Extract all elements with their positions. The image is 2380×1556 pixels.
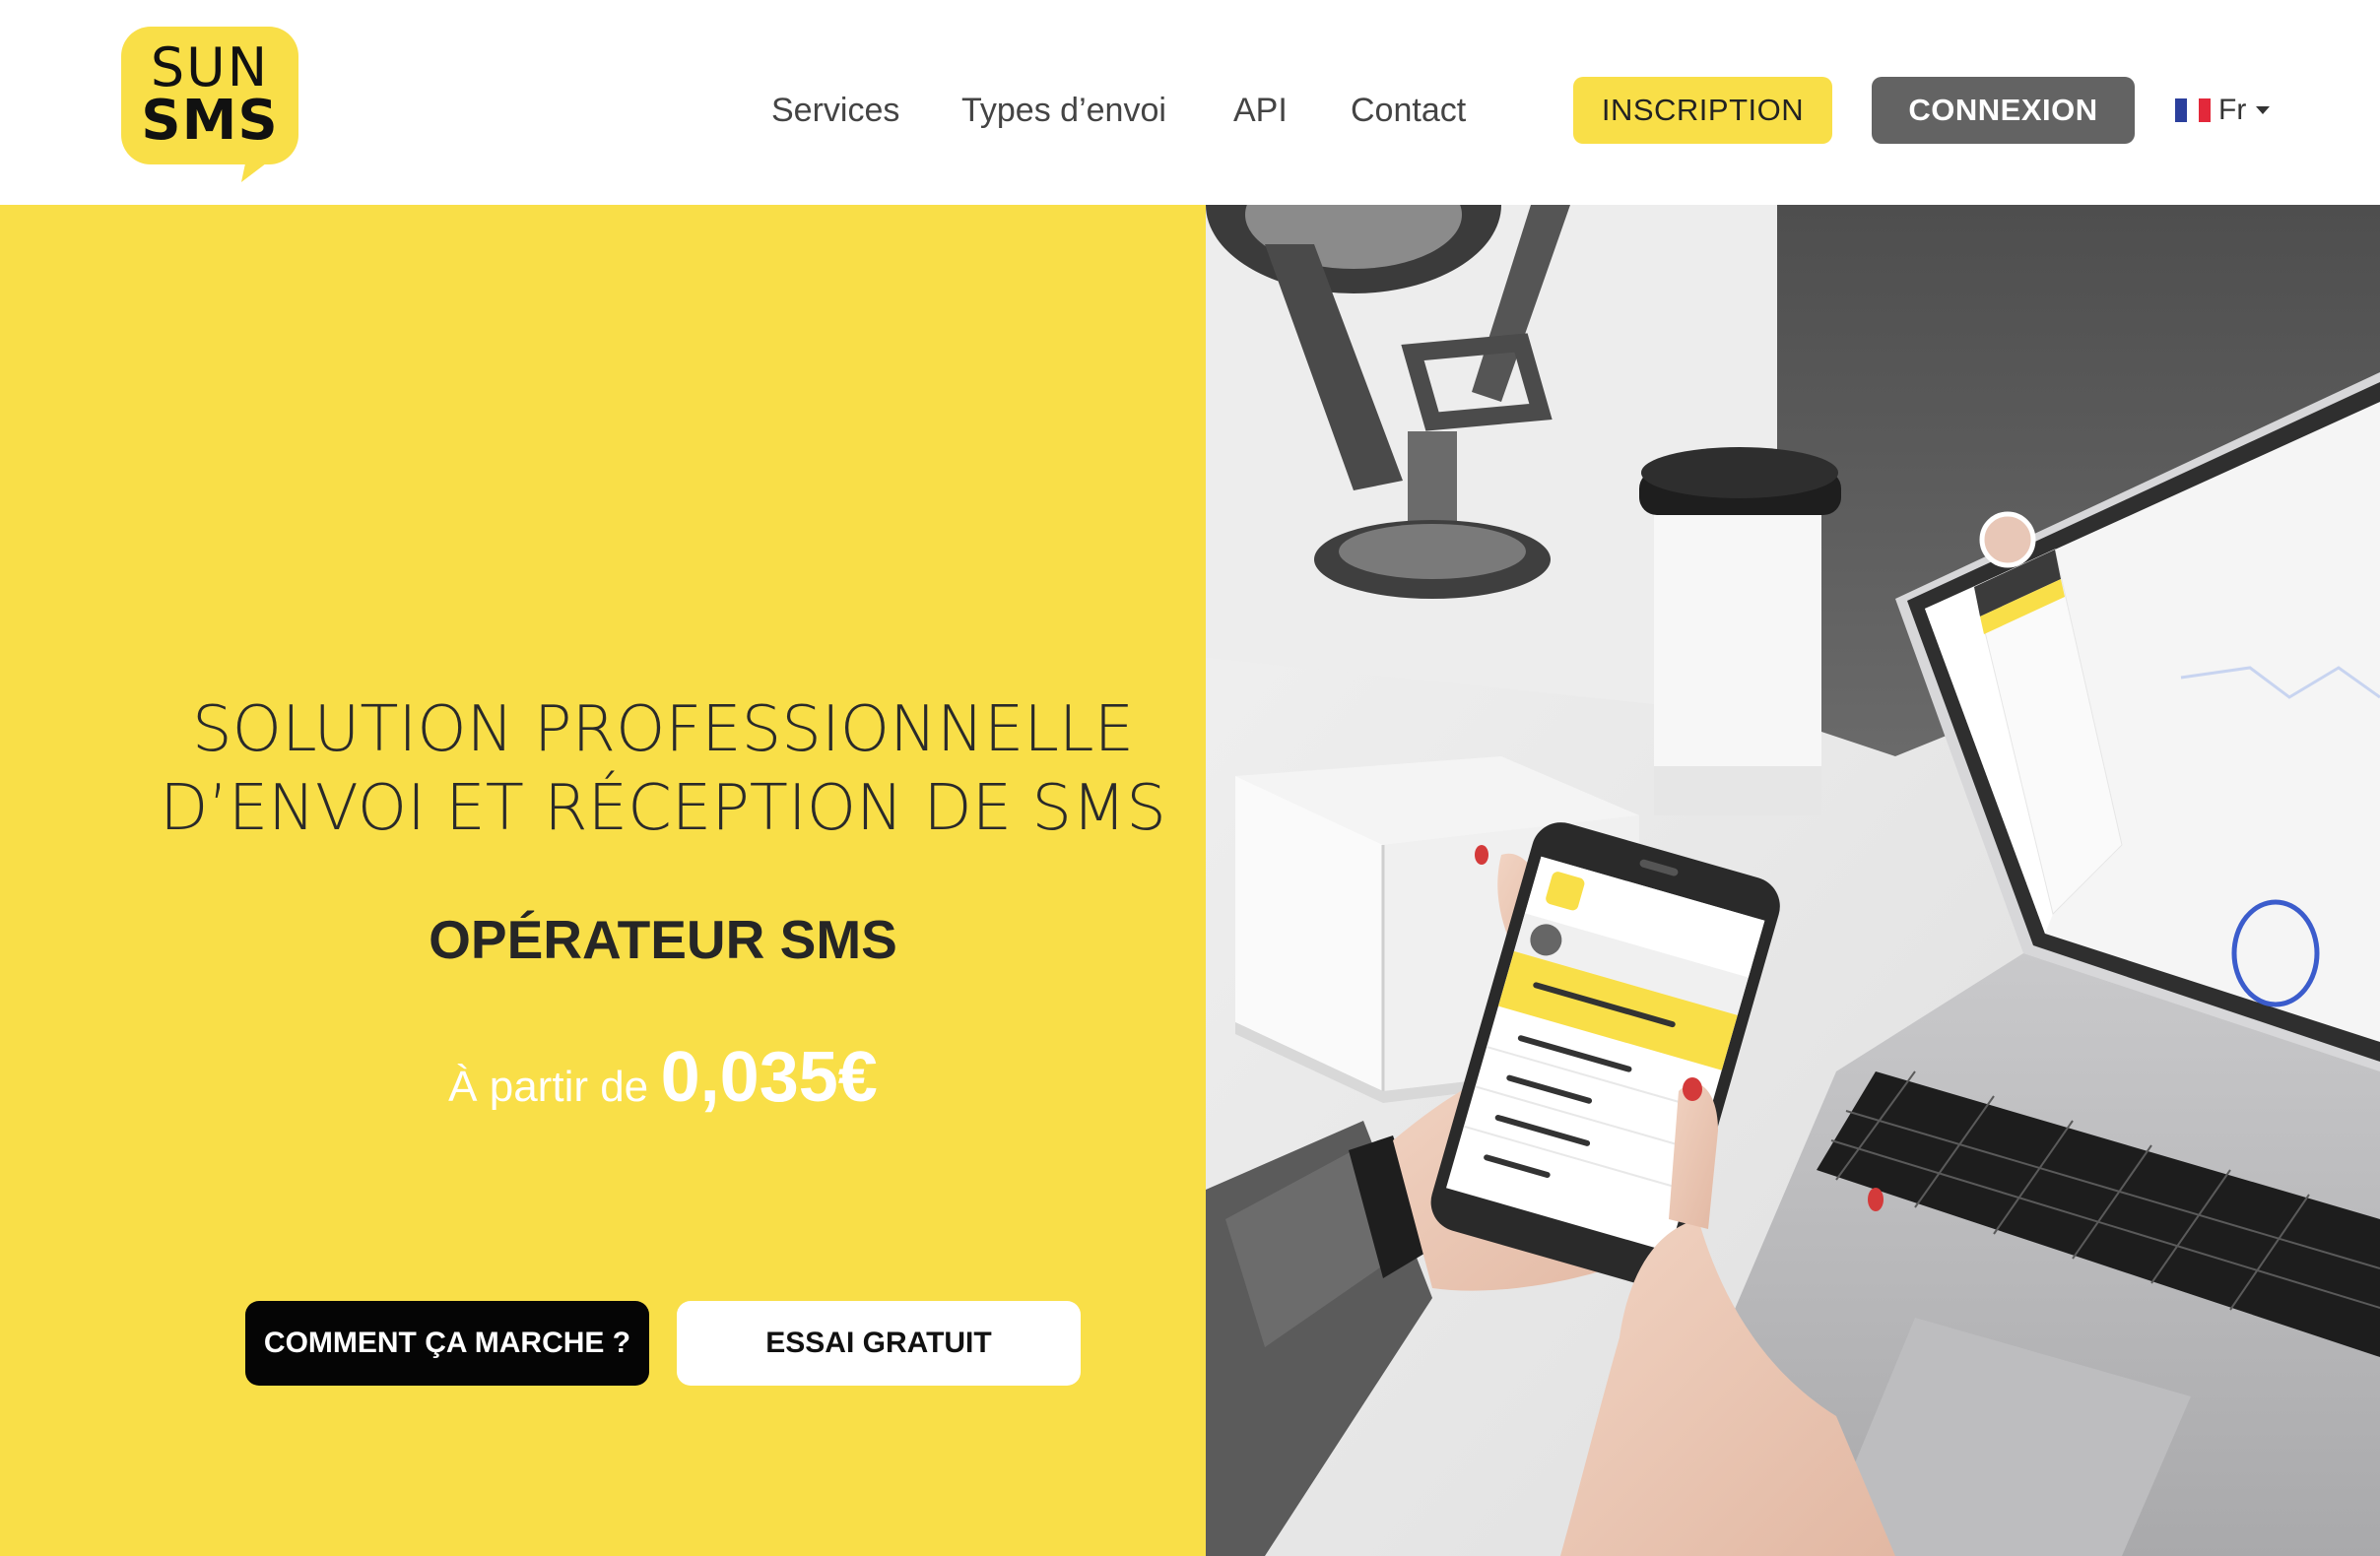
language-label: Fr bbox=[2218, 94, 2247, 126]
how-it-works-button[interactable]: COMMENT ÇA MARCHE ? bbox=[245, 1301, 649, 1386]
nav-types-envoi[interactable]: Types d’envoi bbox=[961, 87, 1166, 134]
logo-text-sun: SUN bbox=[150, 36, 270, 98]
logo-text-sms: SMS bbox=[141, 89, 279, 153]
price-prefix: À partir de bbox=[448, 1063, 649, 1111]
caret-down-icon bbox=[2256, 106, 2271, 114]
site-header: SUN SMS Services Types d’envoi API Conta… bbox=[0, 0, 2380, 205]
hero-headline-line-2: D’ENVOI ET RÉCEPTION DE SMS bbox=[160, 772, 1166, 845]
nav-services[interactable]: Services bbox=[771, 87, 899, 134]
red-nail-icon bbox=[1683, 1077, 1702, 1101]
hero-headline-line-1: SOLUTION PROFESSIONNELLE bbox=[192, 693, 1134, 766]
free-trial-button[interactable]: ESSAI GRATUIT bbox=[677, 1301, 1081, 1386]
language-selector[interactable]: Fr bbox=[2175, 91, 2271, 130]
hero-price: À partir de 0,035€ bbox=[0, 1037, 1326, 1118]
login-button[interactable]: CONNEXION bbox=[1872, 77, 2135, 144]
hero-headline: SOLUTION PROFESSIONNELLE D’ENVOI ET RÉCE… bbox=[0, 690, 1326, 848]
nav-contact[interactable]: Contact bbox=[1351, 87, 1466, 134]
coffee-cup-image bbox=[1639, 447, 1841, 815]
france-flag-icon bbox=[2175, 98, 2211, 122]
hero-subheadline: OPÉRATEUR SMS bbox=[429, 909, 897, 970]
signup-button[interactable]: INSCRIPTION bbox=[1573, 77, 1832, 144]
sunsms-logo[interactable]: SUN SMS bbox=[121, 27, 298, 182]
nav-api[interactable]: API bbox=[1233, 87, 1288, 134]
hero-photo bbox=[1206, 205, 2380, 1556]
price-value: 0,035€ bbox=[660, 1038, 878, 1117]
